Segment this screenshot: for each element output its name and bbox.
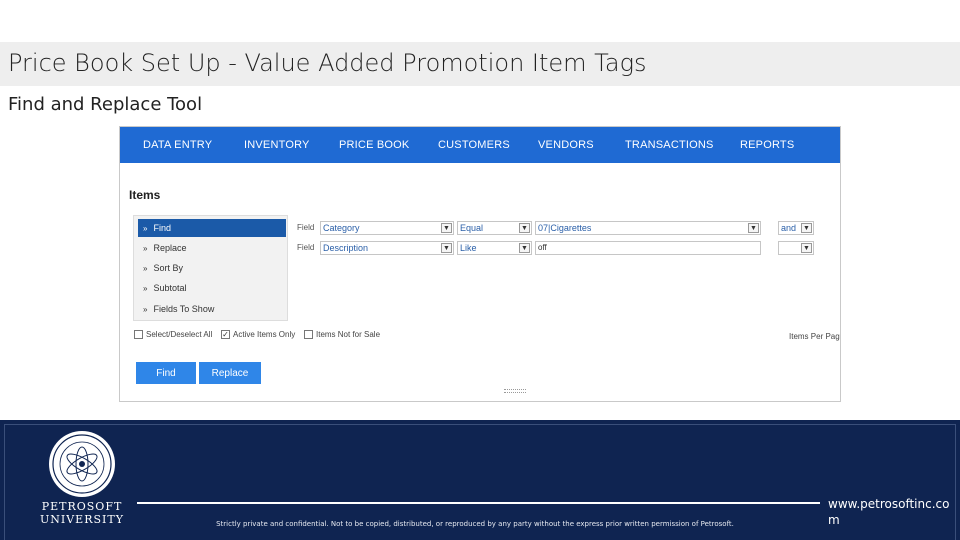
checkbox-unchecked-icon[interactable] xyxy=(134,330,143,339)
footer: PETROSOFT UNIVERSITY Strictly private an… xyxy=(0,420,960,540)
operator-select-2[interactable]: Like ▼ xyxy=(457,241,532,255)
sidebar-panel: » Find » Replace » Sort By » Subtotal » … xyxy=(133,215,288,321)
nav-transactions[interactable]: TRANSACTIONS xyxy=(625,139,714,151)
join-select-2[interactable]: ▼ xyxy=(778,241,814,255)
nav-reports[interactable]: REPORTS xyxy=(740,139,794,151)
university-seal-logo xyxy=(49,431,115,497)
resize-grip[interactable] xyxy=(504,389,526,393)
footer-divider xyxy=(137,502,820,504)
chevron-down-icon: ▼ xyxy=(519,223,530,233)
chevron-down-icon: ▼ xyxy=(519,243,530,253)
replace-button[interactable]: Replace xyxy=(199,362,261,384)
website-link[interactable]: www.petrosoftinc.com xyxy=(828,496,958,528)
sidebar-item-label: Sort By xyxy=(153,263,183,273)
chevron-down-icon: ▼ xyxy=(748,223,759,233)
slide-title: Price Book Set Up - Value Added Promotio… xyxy=(8,49,647,77)
sidebar-item-sort-by[interactable]: » Sort By xyxy=(138,259,286,277)
operator-select-1[interactable]: Equal ▼ xyxy=(457,221,532,235)
sidebar-item-fields-to-show[interactable]: » Fields To Show xyxy=(138,300,286,318)
sidebar-item-label: Fields To Show xyxy=(153,304,215,314)
sidebar-item-label: Replace xyxy=(153,243,187,253)
sidebar-item-find[interactable]: » Find xyxy=(138,219,286,237)
disclaimer-text: Strictly private and confidential. Not t… xyxy=(216,520,734,528)
sidebar-item-subtotal[interactable]: » Subtotal xyxy=(138,279,286,297)
university-name: PETROSOFT UNIVERSITY xyxy=(40,500,124,526)
chevron-right-icon: » xyxy=(143,223,148,233)
chevron-down-icon: ▼ xyxy=(801,243,812,253)
app-screenshot: DATA ENTRY INVENTORY PRICE BOOK CUSTOMER… xyxy=(119,126,841,402)
field-select-2[interactable]: Description ▼ xyxy=(320,241,454,255)
value-input-2[interactable]: off xyxy=(535,241,761,255)
chevron-right-icon: » xyxy=(143,283,148,293)
nav-data-entry[interactable]: DATA ENTRY xyxy=(143,139,212,151)
sidebar-item-label: Find xyxy=(153,223,171,233)
chevron-down-icon: ▼ xyxy=(441,223,452,233)
items-per-page-label: Items Per Pag xyxy=(789,332,840,341)
select-all-checkbox[interactable]: Select/Deselect All xyxy=(134,330,212,339)
checkbox-checked-icon[interactable]: ✓ xyxy=(221,330,230,339)
chevron-right-icon: » xyxy=(143,304,148,314)
join-select-1[interactable]: and ▼ xyxy=(778,221,814,235)
chevron-right-icon: » xyxy=(143,243,148,253)
nav-customers[interactable]: CUSTOMERS xyxy=(438,139,510,151)
sidebar-item-replace[interactable]: » Replace xyxy=(138,239,286,257)
slide-subtitle: Find and Replace Tool xyxy=(8,94,203,115)
nav-vendors[interactable]: VENDORS xyxy=(538,139,594,151)
find-button[interactable]: Find xyxy=(136,362,196,384)
top-navigation: DATA ENTRY INVENTORY PRICE BOOK CUSTOMER… xyxy=(120,127,840,163)
field-label-2: Field xyxy=(297,243,315,252)
nav-price-book[interactable]: PRICE BOOK xyxy=(339,139,409,151)
section-title: Items xyxy=(129,188,161,202)
chevron-down-icon: ▼ xyxy=(801,223,812,233)
slide-title-bar: Price Book Set Up - Value Added Promotio… xyxy=(0,42,960,86)
field-select-1[interactable]: Category ▼ xyxy=(320,221,454,235)
chevron-right-icon: » xyxy=(143,263,148,273)
nav-inventory[interactable]: INVENTORY xyxy=(244,139,310,151)
field-label-1: Field xyxy=(297,223,315,232)
value-select-1[interactable]: 07|Cigarettes ▼ xyxy=(535,221,761,235)
sidebar-item-label: Subtotal xyxy=(153,283,187,293)
items-not-for-sale-checkbox[interactable]: Items Not for Sale xyxy=(304,330,380,339)
active-items-only-checkbox[interactable]: ✓ Active Items Only xyxy=(221,330,295,339)
checkbox-unchecked-icon[interactable] xyxy=(304,330,313,339)
chevron-down-icon: ▼ xyxy=(441,243,452,253)
